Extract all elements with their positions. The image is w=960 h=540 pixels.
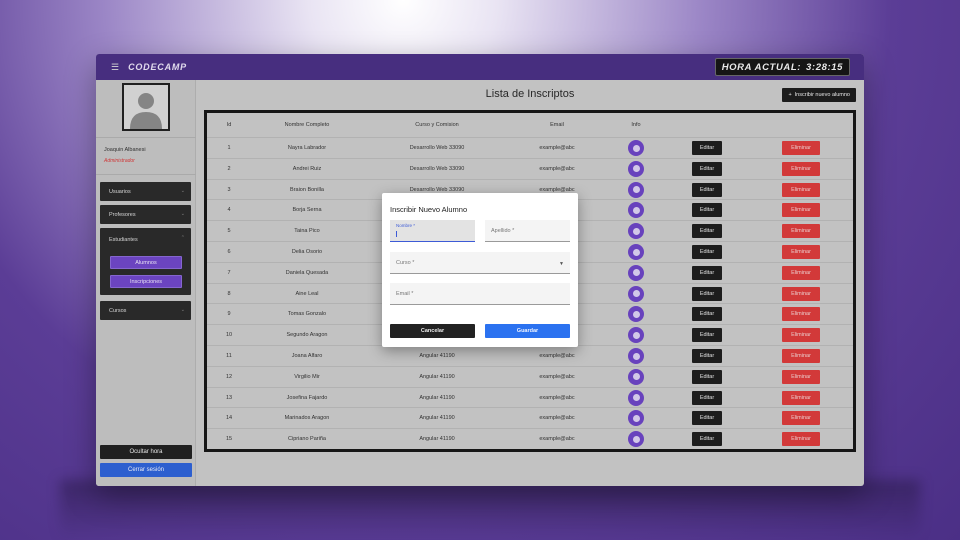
course-select[interactable]: Curso * ▼ [390, 252, 570, 274]
cancel-button[interactable]: Cancelar [390, 324, 475, 338]
dropdown-arrow-icon: ▼ [559, 261, 564, 267]
new-student-dialog: Inscribir Nuevo Alumno Nombre * Apellido… [382, 193, 578, 347]
last-name-field[interactable]: Apellido * [485, 220, 570, 242]
app-window: ☰ CODECAMP HORA ACTUAL: 3:28:15 Joaquin … [96, 54, 864, 486]
email-label: Email * [396, 291, 414, 297]
first-name-field[interactable]: Nombre * [390, 220, 475, 242]
email-field[interactable]: Email * [390, 283, 570, 305]
save-button[interactable]: Guardar [485, 324, 570, 338]
first-name-label: Nombre * [396, 223, 416, 228]
background-shadow [60, 480, 920, 540]
text-cursor [396, 231, 397, 237]
course-label: Curso * [396, 260, 415, 266]
dialog-title: Inscribir Nuevo Alumno [390, 205, 468, 214]
last-name-label: Apellido * [491, 228, 515, 234]
